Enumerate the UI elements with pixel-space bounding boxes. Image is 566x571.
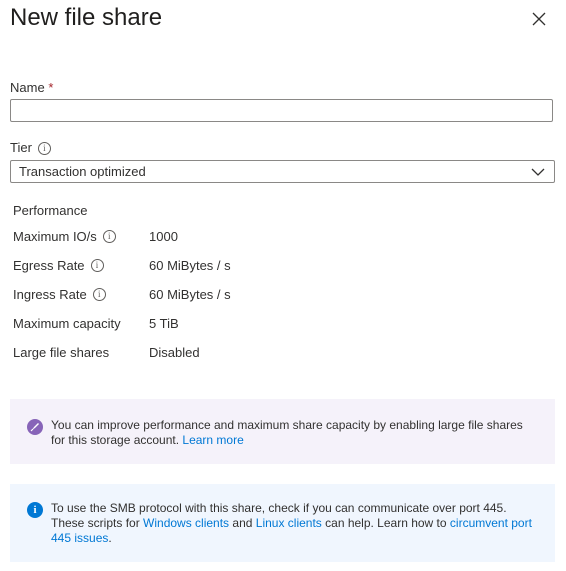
perf-value: 60 MiBytes / s xyxy=(149,287,231,302)
egress-info-icon[interactable]: i xyxy=(90,259,104,272)
perf-row-max-io: Maximum IO/s i 1000 xyxy=(13,229,178,244)
info-icon: i xyxy=(27,502,43,518)
perf-value: Disabled xyxy=(149,345,200,360)
windows-clients-link[interactable]: Windows clients xyxy=(143,516,229,530)
ingress-info-icon[interactable]: i xyxy=(92,288,106,301)
perf-row-capacity: Maximum capacity 5 TiB xyxy=(13,316,179,331)
banner-text: . xyxy=(108,531,112,545)
perf-row-large-file-shares: Large file shares Disabled xyxy=(13,345,200,360)
smb-info-banner: i To use the SMB protocol with this shar… xyxy=(10,484,555,562)
tier-info-icon[interactable]: i xyxy=(37,142,51,156)
close-button[interactable] xyxy=(528,8,550,30)
perf-row-egress: Egress Rate i 60 MiBytes / s xyxy=(13,258,231,273)
tier-dropdown[interactable]: Transaction optimized xyxy=(10,160,555,183)
performance-heading: Performance xyxy=(13,203,88,218)
panel-title: New file share xyxy=(10,4,163,31)
tier-dropdown-value: Transaction optimized xyxy=(19,164,146,179)
max-io-info-icon[interactable]: i xyxy=(102,230,116,243)
perf-value: 5 TiB xyxy=(149,316,179,331)
rocket-icon xyxy=(27,419,43,435)
banner-text: can help. Learn how to xyxy=(321,516,450,530)
large-file-share-banner: You can improve performance and maximum … xyxy=(10,399,555,464)
tier-label: Tier i xyxy=(10,140,51,156)
chevron-down-icon xyxy=(531,168,545,176)
perf-label: Maximum IO/s xyxy=(13,229,97,244)
perf-label: Large file shares xyxy=(13,345,110,360)
perf-value: 60 MiBytes / s xyxy=(149,258,231,273)
perf-label: Maximum capacity xyxy=(13,316,121,331)
name-label-text: Name xyxy=(10,80,45,95)
tier-label-text: Tier xyxy=(10,140,32,155)
close-icon xyxy=(532,12,546,26)
name-label: Name * xyxy=(10,80,53,95)
perf-row-ingress: Ingress Rate i 60 MiBytes / s xyxy=(13,287,231,302)
banner-text: and xyxy=(229,516,256,530)
perf-label: Ingress Rate xyxy=(13,287,87,302)
linux-clients-link[interactable]: Linux clients xyxy=(256,516,322,530)
required-marker: * xyxy=(48,80,54,95)
name-input[interactable] xyxy=(10,99,553,122)
learn-more-link[interactable]: Learn more xyxy=(182,433,243,447)
perf-value: 1000 xyxy=(149,229,178,244)
perf-label: Egress Rate xyxy=(13,258,85,273)
banner-text: You can improve performance and maximum … xyxy=(51,418,523,447)
